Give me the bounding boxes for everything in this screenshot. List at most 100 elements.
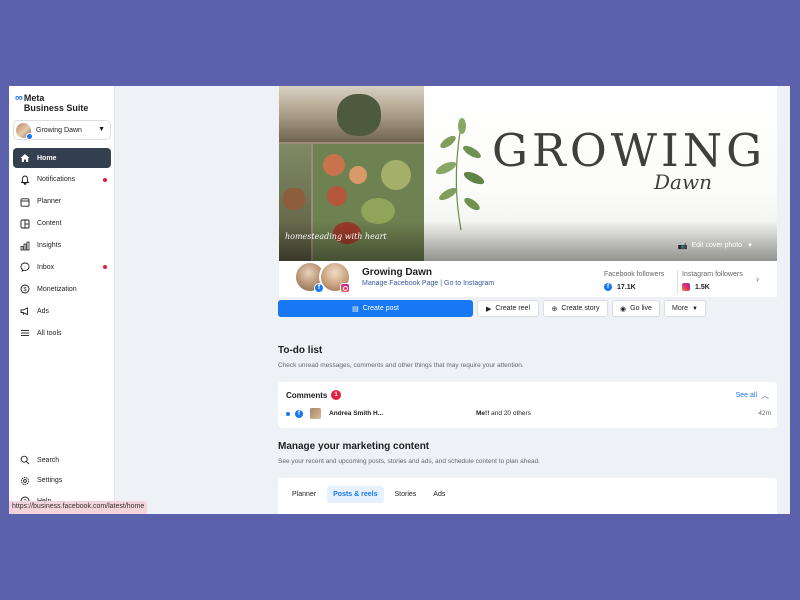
page-links: Manage Facebook Page | Go to Instagram bbox=[362, 280, 494, 287]
comment-rest-text: and 20 others bbox=[489, 410, 531, 417]
search-icon bbox=[18, 453, 32, 467]
facebook-icon: f bbox=[314, 283, 324, 293]
sidebar-item-label: Notifications bbox=[37, 176, 76, 184]
cover-photo: GROWING Dawn homesteading with heart 📷 E… bbox=[279, 86, 777, 261]
post-thumbnail bbox=[310, 408, 321, 419]
cover-brand-subtitle: Dawn bbox=[654, 170, 712, 194]
page-profile-strip: f Growing Dawn Manage Facebook Page | Go… bbox=[279, 261, 777, 297]
landscape-photo bbox=[279, 86, 424, 142]
manage-facebook-page-link[interactable]: Manage Facebook Page bbox=[362, 280, 438, 287]
more-label: More bbox=[672, 305, 688, 312]
sidebar-item-monetization[interactable]: $ Monetization bbox=[13, 279, 111, 299]
facebook-icon: f bbox=[295, 410, 303, 418]
sidebar-item-label: Search bbox=[37, 456, 60, 464]
comments-label: Comments bbox=[286, 391, 328, 400]
sidebar-item-content[interactable]: Content bbox=[13, 214, 111, 234]
dollar-icon: $ bbox=[18, 282, 32, 296]
sidebar-item-label: Monetization bbox=[37, 285, 77, 293]
go-live-button[interactable]: ◉ Go live bbox=[612, 300, 660, 317]
edit-cover-photo-button[interactable]: 📷 Edit cover photo ▼ bbox=[677, 241, 753, 250]
svg-text:$: $ bbox=[23, 287, 26, 293]
account-switcher[interactable]: Growing Dawn ▼ bbox=[13, 120, 111, 140]
instagram-icon bbox=[682, 283, 690, 291]
see-all-link[interactable]: See all bbox=[736, 392, 757, 399]
sidebar-item-label: Content bbox=[37, 220, 62, 228]
tab-posts-reels[interactable]: Posts & reels bbox=[327, 486, 384, 503]
more-button[interactable]: More ▼ bbox=[664, 300, 706, 317]
sidebar-item-insights[interactable]: Insights bbox=[13, 236, 111, 256]
comment-row[interactable]: f Andrea Smith H... Me!! and 20 others 4… bbox=[286, 408, 771, 420]
logo-line-2: Business Suite bbox=[23, 103, 89, 113]
facebook-badge-icon bbox=[26, 132, 33, 140]
create-post-label: Create post bbox=[362, 305, 399, 312]
sidebar-item-label: Home bbox=[37, 154, 57, 162]
comments-count-badge: 1 bbox=[331, 390, 341, 400]
logo-line-1: Meta bbox=[23, 93, 45, 103]
facebook-followers-label: Facebook followers bbox=[604, 271, 665, 278]
meta-business-suite-logo[interactable]: ∞ Meta Business Suite bbox=[15, 93, 89, 114]
tab-stories[interactable]: Stories bbox=[389, 486, 423, 503]
sidebar-item-ads[interactable]: Ads bbox=[13, 301, 111, 321]
notification-dot bbox=[103, 265, 107, 270]
home-icon bbox=[18, 151, 32, 165]
compose-icon: ▤ bbox=[352, 305, 359, 313]
create-reel-label: Create reel bbox=[495, 305, 531, 312]
instagram-followers-value: 1.5K bbox=[695, 283, 710, 291]
insights-icon bbox=[18, 239, 32, 253]
reel-icon: ▶ bbox=[485, 305, 492, 313]
calendar-icon bbox=[18, 195, 32, 209]
instagram-followers-stat[interactable]: 1.5K bbox=[682, 283, 710, 291]
sidebar-item-home[interactable]: Home bbox=[13, 148, 111, 168]
camera-icon: 📷 bbox=[677, 241, 688, 250]
sidebar-item-label: Inbox bbox=[37, 263, 55, 271]
browser-window: ∞ Meta Business Suite Growing Dawn ▼ Hom… bbox=[9, 86, 790, 514]
sidebar-item-label: Insights bbox=[37, 242, 62, 250]
commenter-name: Andrea Smith H... bbox=[329, 410, 384, 417]
tab-planner[interactable]: Planner bbox=[286, 486, 322, 503]
sidebar: ∞ Meta Business Suite Growing Dawn ▼ Hom… bbox=[9, 86, 148, 514]
sidebar-item-inbox[interactable]: Inbox bbox=[13, 257, 111, 277]
create-post-button[interactable]: ▤ Create post bbox=[278, 300, 473, 317]
comments-card: Comments 1 See all ︿ f Andrea Smith H...… bbox=[278, 382, 777, 428]
sidebar-item-all-tools[interactable]: All tools bbox=[13, 323, 111, 343]
sidebar-item-planner[interactable]: Planner bbox=[13, 192, 111, 212]
create-reel-button[interactable]: ▶ Create reel bbox=[477, 300, 539, 317]
sidebar-item-search[interactable]: Search bbox=[13, 450, 111, 470]
edit-cover-label: Edit cover photo bbox=[691, 242, 743, 249]
caret-down-icon: ▼ bbox=[692, 305, 698, 312]
marketing-title: Manage your marketing content bbox=[278, 441, 430, 452]
tab-ads[interactable]: Ads bbox=[427, 486, 451, 503]
facebook-followers-stat[interactable]: f 17.1K bbox=[604, 283, 636, 291]
sidebar-item-label: Settings bbox=[37, 477, 63, 484]
sidebar-item-notifications[interactable]: Notifications bbox=[13, 170, 111, 190]
megaphone-icon bbox=[18, 304, 32, 318]
stat-divider bbox=[677, 270, 678, 294]
gear-icon bbox=[18, 474, 32, 488]
cover-tagline: homesteading with heart bbox=[285, 232, 387, 241]
cover-brand-title: GROWING bbox=[492, 124, 767, 177]
menu-icon bbox=[18, 326, 32, 340]
leaves-illustration bbox=[435, 118, 485, 231]
comment-time: 42m bbox=[758, 410, 771, 417]
go-to-instagram-link[interactable]: Go to Instagram bbox=[444, 280, 494, 287]
content-icon bbox=[18, 217, 32, 231]
status-bar-url: https://business.facebook.com/latest/hom… bbox=[9, 501, 148, 514]
create-story-button[interactable]: ⊕ Create story bbox=[543, 300, 608, 317]
facebook-followers-value: 17.1K bbox=[617, 283, 636, 291]
content-tabs: Planner Posts & reels Stories Ads bbox=[286, 486, 456, 503]
caret-down-icon: ▼ bbox=[747, 242, 753, 249]
page-name: Growing Dawn bbox=[362, 267, 432, 278]
account-avatar bbox=[16, 122, 33, 140]
sidebar-nav: Home Notifications Planner Content Insig… bbox=[13, 148, 111, 345]
todo-title: To-do list bbox=[278, 345, 323, 356]
chevron-right-icon[interactable]: › bbox=[756, 274, 759, 284]
comment-bold-text: Me!! bbox=[476, 410, 490, 417]
unread-dot bbox=[286, 412, 290, 416]
instagram-icon bbox=[340, 283, 350, 293]
bell-icon bbox=[18, 173, 32, 187]
marketing-card: Planner Posts & reels Stories Ads bbox=[278, 478, 777, 514]
chevron-up-icon[interactable]: ︿ bbox=[761, 390, 769, 401]
story-icon: ⊕ bbox=[551, 305, 558, 313]
sidebar-item-settings[interactable]: Settings bbox=[13, 471, 111, 491]
marketing-subtitle: See your recent and upcoming posts, stor… bbox=[278, 458, 540, 465]
